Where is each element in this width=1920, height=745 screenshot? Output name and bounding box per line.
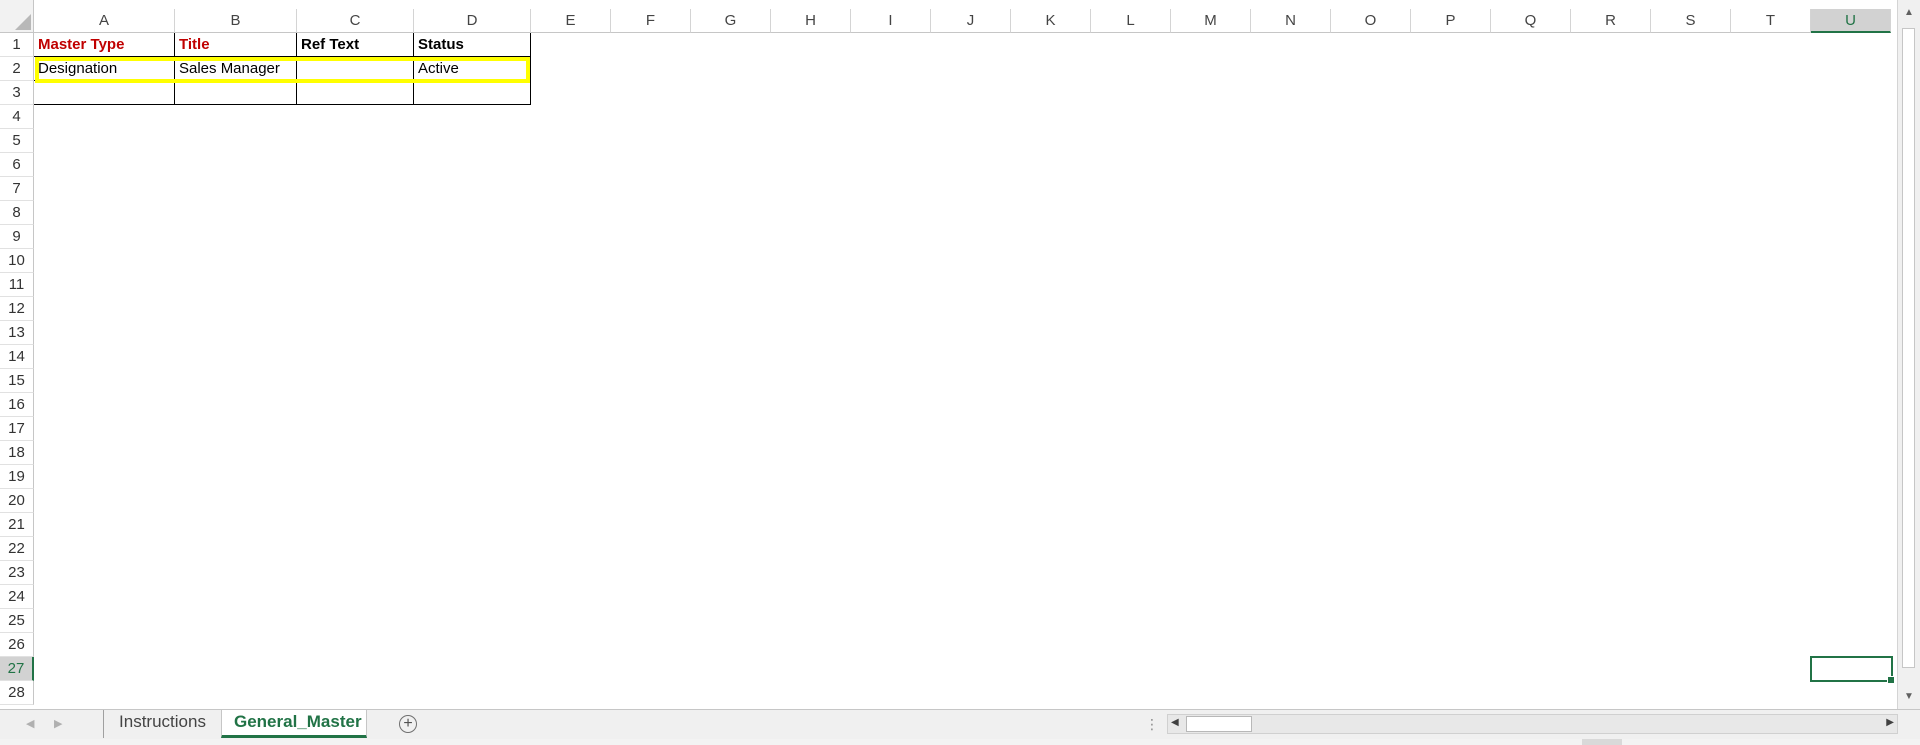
triangle-right-icon[interactable]: ▶ xyxy=(1886,717,1894,728)
row-header-21[interactable]: 21 xyxy=(0,513,34,537)
worksheet-grid[interactable]: ABCDEFGHIJKLMNOPQRSTU 1 2 3 4 5 6 7 8 9 10 11 12 13 1… xyxy=(0,0,1897,709)
row-header-1[interactable]: 1 xyxy=(0,33,34,57)
vertical-scrollbar[interactable]: ▲ ▼ xyxy=(1897,0,1920,709)
cell-b2[interactable]: Sales Manager xyxy=(175,57,297,81)
column-header-m[interactable]: M xyxy=(1171,9,1251,33)
cell-a3[interactable] xyxy=(34,81,175,105)
cell-b1[interactable]: Title xyxy=(175,33,297,57)
row-header-28[interactable]: 28 xyxy=(0,681,34,705)
horizontal-scroll-thumb[interactable] xyxy=(1186,716,1252,732)
row-header-9[interactable]: 9 xyxy=(0,225,34,249)
status-bar xyxy=(0,739,1920,745)
row-header-2[interactable]: 2 xyxy=(0,57,34,81)
vertical-scroll-thumb[interactable] xyxy=(1902,28,1915,668)
horizontal-scrollbar[interactable]: ◀ ▶ xyxy=(1167,714,1898,734)
column-header-q[interactable]: Q xyxy=(1491,9,1571,33)
column-header-e[interactable]: E xyxy=(531,9,611,33)
fill-handle[interactable] xyxy=(1887,676,1895,684)
selected-cell-u27[interactable] xyxy=(1810,656,1895,684)
cell-c2[interactable] xyxy=(297,57,414,81)
cell-a2[interactable]: Designation xyxy=(34,57,175,81)
row-header-16[interactable]: 16 xyxy=(0,393,34,417)
next-sheet-icon[interactable]: ▶ xyxy=(54,717,62,730)
column-header-l[interactable]: L xyxy=(1091,9,1171,33)
select-all-button[interactable] xyxy=(0,0,34,33)
row-header-14[interactable]: 14 xyxy=(0,345,34,369)
sheet-tab-bar: ◀ ▶ Instructions General_Master + ⋮ ◀ ▶ xyxy=(0,709,1920,739)
column-header-o[interactable]: O xyxy=(1331,9,1411,33)
row-header-18[interactable]: 18 xyxy=(0,441,34,465)
column-header-b[interactable]: B xyxy=(175,9,297,33)
row-header-27[interactable]: 27 xyxy=(0,657,34,681)
row-header-11[interactable]: 11 xyxy=(0,273,34,297)
cell-d3[interactable] xyxy=(414,81,531,105)
cell-c1[interactable]: Ref Text xyxy=(297,33,414,57)
cell-b3[interactable] xyxy=(175,81,297,105)
column-header-s[interactable]: S xyxy=(1651,9,1731,33)
cell-d1[interactable]: Status xyxy=(414,33,531,57)
column-header-a[interactable]: A xyxy=(34,9,175,33)
row-header-5[interactable]: 5 xyxy=(0,129,34,153)
cell-area[interactable]: Master Type Title Ref Text Status Design… xyxy=(34,33,1897,709)
row-header-26[interactable]: 26 xyxy=(0,633,34,657)
triangle-down-icon[interactable]: ▼ xyxy=(1902,690,1916,704)
cell-d2[interactable]: Active xyxy=(414,57,531,81)
row-header-13[interactable]: 13 xyxy=(0,321,34,345)
tab-instructions[interactable]: Instructions xyxy=(103,710,221,738)
row-header-15[interactable]: 15 xyxy=(0,369,34,393)
triangle-left-icon[interactable]: ◀ xyxy=(1171,717,1179,728)
row-header-23[interactable]: 23 xyxy=(0,561,34,585)
column-header-h[interactable]: H xyxy=(771,9,851,33)
column-header-i[interactable]: I xyxy=(851,9,931,33)
column-header-j[interactable]: J xyxy=(931,9,1011,33)
column-header-r[interactable]: R xyxy=(1571,9,1651,33)
column-header-f[interactable]: F xyxy=(611,9,691,33)
row-headers: 1 2 3 4 5 6 7 8 9 10 11 12 13 14 15 16 17 18 19 20 21 22 23 24 2… xyxy=(0,33,34,709)
row-header-17[interactable]: 17 xyxy=(0,417,34,441)
column-header-u[interactable]: U xyxy=(1811,9,1891,33)
row-header-22[interactable]: 22 xyxy=(0,537,34,561)
row-header-10[interactable]: 10 xyxy=(0,249,34,273)
prev-sheet-icon[interactable]: ◀ xyxy=(26,717,34,730)
column-header-g[interactable]: G xyxy=(691,9,771,33)
row-header-24[interactable]: 24 xyxy=(0,585,34,609)
column-header-t[interactable]: T xyxy=(1731,9,1811,33)
select-all-triangle-icon xyxy=(15,14,31,30)
column-header-c[interactable]: C xyxy=(297,9,414,33)
row-header-25[interactable]: 25 xyxy=(0,609,34,633)
row-header-20[interactable]: 20 xyxy=(0,489,34,513)
tab-split-handle[interactable]: ⋮ xyxy=(1145,716,1159,733)
column-header-k[interactable]: K xyxy=(1011,9,1091,33)
column-header-p[interactable]: P xyxy=(1411,9,1491,33)
row-header-19[interactable]: 19 xyxy=(0,465,34,489)
row-header-7[interactable]: 7 xyxy=(0,177,34,201)
column-header-d[interactable]: D xyxy=(414,9,531,33)
status-bar-indicator xyxy=(1582,739,1622,745)
row-header-8[interactable]: 8 xyxy=(0,201,34,225)
row-header-4[interactable]: 4 xyxy=(0,105,34,129)
row-header-3[interactable]: 3 xyxy=(0,81,34,105)
tab-general-master[interactable]: General_Master xyxy=(221,710,367,738)
add-sheet-plus-icon[interactable]: + xyxy=(399,715,417,733)
triangle-up-icon[interactable]: ▲ xyxy=(1902,6,1916,20)
cell-c3[interactable] xyxy=(297,81,414,105)
row-header-12[interactable]: 12 xyxy=(0,297,34,321)
column-headers: ABCDEFGHIJKLMNOPQRSTU xyxy=(34,0,1897,33)
row-header-6[interactable]: 6 xyxy=(0,153,34,177)
cell-a1[interactable]: Master Type xyxy=(34,33,175,57)
column-header-n[interactable]: N xyxy=(1251,9,1331,33)
